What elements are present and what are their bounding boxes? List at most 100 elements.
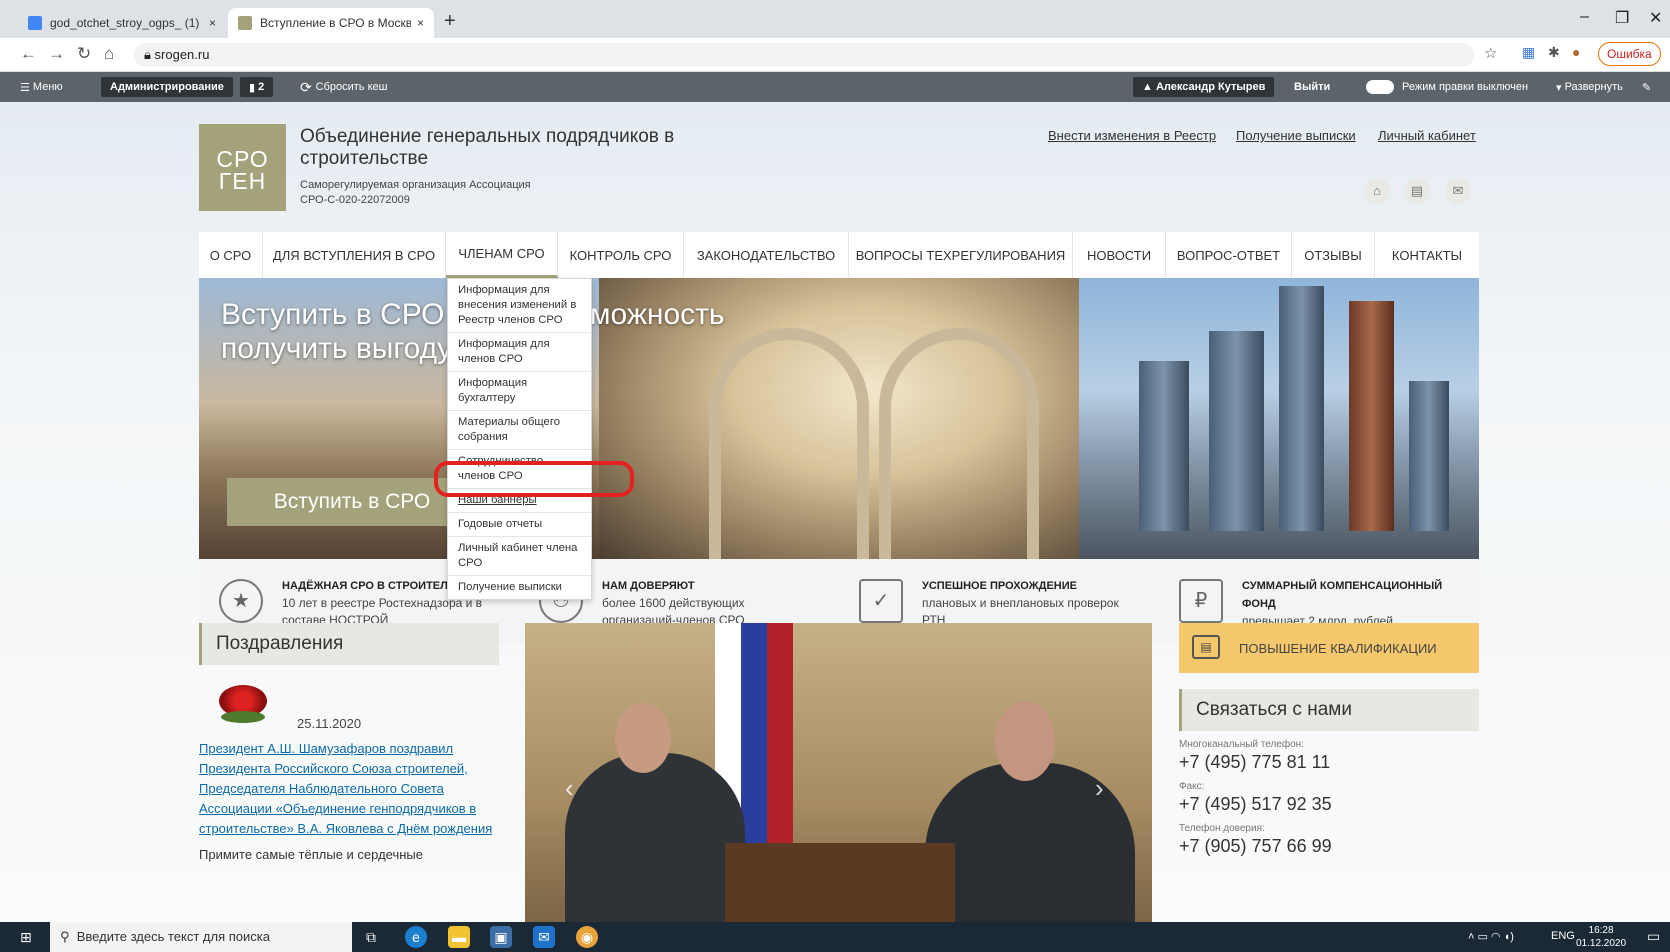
qualification-button[interactable]: ▤ ПОВЫШЕНИЕ КВАЛИФИКАЦИИ [1179, 623, 1479, 673]
administration-button[interactable]: Администрирование [101, 77, 233, 97]
new-tab-button[interactable]: + [444, 10, 456, 33]
extensions-puzzle-icon[interactable]: ✱ [1548, 44, 1560, 61]
windows-start-icon[interactable]: ⊞ [20, 929, 38, 945]
url-field[interactable]: 🔒︎ srogen.ru [134, 43, 1474, 67]
members-dropdown-menu: Информация для внесения изменений в Реес… [447, 278, 592, 600]
edge-icon[interactable]: e [405, 926, 427, 948]
notifications-button[interactable]: ▮ 2 [240, 77, 274, 97]
expand-button[interactable]: ▾ Развернуть [1556, 77, 1623, 97]
fax-label: Факс: [1179, 781, 1205, 792]
taskbar-search[interactable]: ⚲ Введите здесь текст для поиска [50, 922, 352, 952]
home-icon[interactable]: ⌂ [104, 44, 114, 64]
right-sidebar: ▤ ПОВЫШЕНИЕ КВАЛИФИКАЦИИ Связаться с нами… [1179, 623, 1479, 857]
forward-icon[interactable]: → [48, 44, 65, 64]
store-icon[interactable]: ▣ [490, 926, 512, 948]
nav-reviews[interactable]: ОТЗЫВЫ [1292, 232, 1375, 278]
nav-about[interactable]: О СРО [199, 232, 263, 278]
extract-link[interactable]: Получение выписки [1236, 128, 1356, 143]
tray-icons[interactable]: ˄ ▭ ◠ ◖) [1468, 930, 1514, 943]
dropdown-item[interactable]: Информация для внесения изменений в Реес… [448, 279, 591, 333]
refresh-icon: ⟳ [300, 78, 316, 95]
news-link[interactable]: Президент А.Ш. Шамузафаров поздравил Пре… [199, 739, 499, 839]
face-right [995, 701, 1055, 781]
minimize-icon[interactable]: – [1580, 8, 1589, 26]
nav-members[interactable]: ЧЛЕНАМ СРО [446, 232, 558, 278]
logout-button[interactable]: Выйти [1294, 77, 1330, 97]
language-indicator[interactable]: ENG [1551, 930, 1575, 942]
dropdown-item[interactable]: Личный кабинет члена СРО [448, 537, 591, 576]
notifications-icon[interactable]: ▭ [1647, 928, 1660, 945]
close-tab-icon[interactable]: × [417, 16, 424, 30]
clock-date: 01.12.2020 [1576, 938, 1627, 949]
menu-label: Меню [32, 81, 63, 93]
chevron-down-icon: ▾ [1556, 81, 1565, 94]
feature-title: УСПЕШНОЕ ПРОХОЖДЕНИЕ [922, 580, 1077, 592]
news-excerpt: Примите самые тёплые и сердечные [199, 847, 423, 862]
dropdown-item[interactable]: Получение выписки [448, 576, 591, 599]
reload-icon[interactable]: ↻ [77, 44, 91, 64]
close-tab-icon[interactable]: × [209, 16, 216, 30]
logo-line: ГЕН [218, 168, 267, 194]
arch-shape [879, 328, 1039, 559]
highlight-annotation [434, 461, 634, 497]
reset-cache-label: Сбросить кеш [315, 81, 388, 93]
tab-title: Вступление в СРО в Москве. По [260, 16, 411, 30]
tab-title: god_otchet_stroy_ogps_ (1) - Go [50, 16, 203, 30]
extension-icon[interactable]: ▦ [1522, 44, 1535, 61]
browser-tab-srogen[interactable]: Вступление в СРО в Москве. По × [228, 8, 434, 38]
mail-icon[interactable]: ✉ [1445, 178, 1471, 204]
nav-control[interactable]: КОНТРОЛЬ СРО [558, 232, 684, 278]
chrome-icon[interactable]: ◉ [576, 926, 598, 948]
menu-button[interactable]: ☰ Меню [20, 77, 63, 97]
back-icon[interactable]: ← [20, 44, 37, 64]
pin-icon[interactable]: ✎ [1642, 77, 1651, 97]
dropdown-item[interactable]: Информация для членов СРО [448, 333, 591, 372]
task-view-icon[interactable]: ⧉ [360, 926, 382, 948]
hotline-label: Телефон доверия: [1179, 823, 1265, 834]
home-icon[interactable]: ⌂ [1364, 178, 1390, 204]
close-window-icon[interactable]: ✕ [1649, 8, 1662, 28]
personal-account-link[interactable]: Личный кабинет [1378, 128, 1476, 143]
restore-icon[interactable]: ❐ [1615, 8, 1629, 28]
nav-contacts[interactable]: КОНТАКТЫ [1375, 232, 1479, 278]
logo-line: СРО [216, 146, 269, 172]
fax-number[interactable]: +7 (495) 517 92 35 [1179, 794, 1479, 815]
reset-cache-button[interactable]: ⟳ Сбросить кеш [300, 77, 387, 97]
sitemap-icon[interactable]: ▤ [1404, 178, 1430, 204]
bookmark-star-icon[interactable]: ☆ [1484, 44, 1497, 62]
dropdown-item[interactable]: Материалы общего собрания [448, 411, 591, 450]
profile-avatar-icon[interactable]: ● [1572, 44, 1580, 60]
feature-title: НАМ ДОВЕРЯЮТ [602, 580, 695, 592]
feature-title: СУММАРНЫЙ КОМПЕНСАЦИОННЫЙ ФОНД [1242, 580, 1443, 610]
windows-taskbar: ⊞ ⚲ Введите здесь текст для поиска ⧉ e ▬… [0, 922, 1670, 952]
browser-tab-docs[interactable]: god_otchet_stroy_ogps_ (1) - Go × [18, 8, 226, 38]
prev-slide-icon[interactable]: ‹ [565, 773, 574, 804]
face-left [615, 703, 671, 773]
dropdown-item-annual-reports[interactable]: Годовые отчеты [448, 513, 591, 537]
taskbar-clock[interactable]: 16:28 01.12.2020 [1576, 924, 1626, 950]
dropdown-item[interactable]: Информация бухгалтеру [448, 372, 591, 411]
phone-number[interactable]: +7 (495) 775 81 11 [1179, 752, 1479, 773]
file-explorer-icon[interactable]: ▬ [448, 926, 470, 948]
site-logo[interactable]: СРО ГЕН [199, 124, 286, 211]
nav-legislation[interactable]: ЗАКОНОДАТЕЛЬСТВО [684, 232, 849, 278]
mail-icon[interactable]: ✉ [533, 926, 555, 948]
user-button[interactable]: ▲ Александр Кутырев [1133, 77, 1275, 97]
error-badge[interactable]: Ошибка [1598, 42, 1661, 66]
news-photo-slider[interactable]: ‹ › [525, 623, 1152, 922]
notifications-count: 2 [258, 81, 265, 93]
registry-changes-link[interactable]: Внести изменения в Реестр [1048, 128, 1216, 143]
tower-shape [1349, 301, 1394, 531]
nav-tech-regulation[interactable]: ВОПРОСЫ ТЕХРЕГУЛИРОВАНИЯ [849, 232, 1073, 278]
edit-mode-toggle[interactable]: Режим правки выключен [1366, 77, 1528, 97]
feature-text: НАМ ДОВЕРЯЮТ более 1600 действующих орган… [602, 577, 817, 629]
person-left [565, 753, 745, 922]
nav-news[interactable]: НОВОСТИ [1073, 232, 1166, 278]
nav-faq[interactable]: ВОПРОС-ОТВЕТ [1166, 232, 1292, 278]
next-slide-icon[interactable]: › [1095, 773, 1104, 804]
ruble-case-icon: ₽ [1179, 579, 1223, 623]
nav-join[interactable]: ДЛЯ ВСТУПЛЕНИЯ В СРО [263, 232, 446, 278]
hotline-number[interactable]: +7 (905) 757 66 99 [1179, 836, 1479, 857]
organization-subtitle: Саморегулируемая организация Ассоциация С… [300, 178, 531, 208]
tower-shape [1139, 361, 1189, 531]
